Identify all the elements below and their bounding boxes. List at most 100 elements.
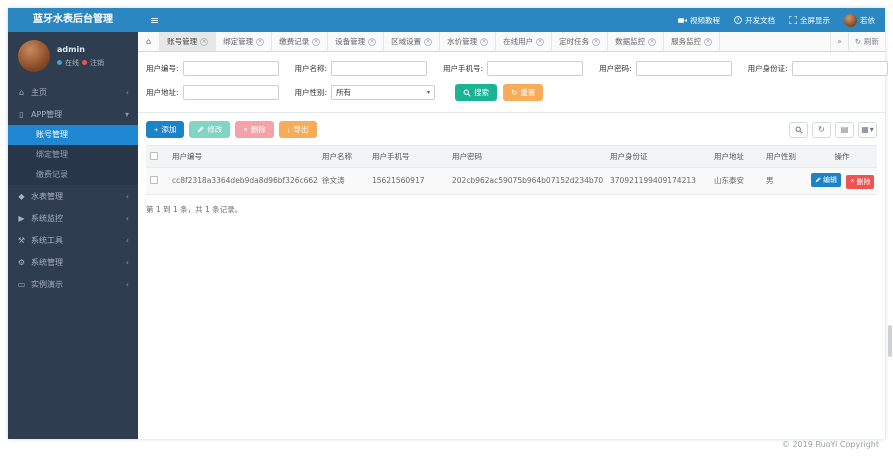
tab-device[interactable]: 设备管理 ×	[328, 32, 385, 51]
sidebar-item-sys-mgmt-label: 系统管理	[31, 257, 63, 267]
tab-home[interactable]: ⌂	[138, 32, 161, 51]
tab-service-monitor[interactable]: 服务监控 ×	[664, 32, 721, 51]
col-user-phone: 用户手机号	[368, 145, 448, 168]
gear-icon: ⚙	[17, 257, 26, 267]
close-icon: ×	[850, 178, 855, 185]
table-refresh-button[interactable]: ↻	[812, 121, 831, 138]
fullscreen-label: 全屏显示	[800, 15, 830, 25]
content-area: 用户编号: 用户名称: 用户手机号: 用户密码: 用户身份证: 用户地址: 用户…	[138, 52, 888, 439]
user-no-input[interactable]	[182, 61, 279, 76]
tab-label: 在线用户	[503, 37, 534, 46]
home-icon: ⌂	[146, 37, 152, 46]
user-name: admin	[57, 44, 85, 54]
logout-link[interactable]: 注销	[90, 58, 104, 68]
tab-refresh-button[interactable]: ↻ 刷新	[847, 32, 885, 51]
table-toolbar: + 添加 修改 × 删除 ↓ 导出 ↻ ▤ ▦ ▾	[138, 113, 885, 145]
chevron-left-icon: ‹	[125, 191, 129, 201]
fullscreen-link[interactable]: 全屏显示	[789, 15, 830, 26]
tab-label: 数据监控	[615, 37, 646, 46]
close-icon[interactable]: ×	[256, 37, 265, 46]
table-view-dropdown-button[interactable]: ▦ ▾	[858, 121, 877, 138]
brand-title: 蓝牙水表后台管理	[8, 8, 138, 32]
user-password-input[interactable]	[635, 61, 732, 76]
close-icon[interactable]: ×	[592, 37, 601, 46]
sidebar-item-sys-monitor[interactable]: ▶ 系统监控 ‹	[8, 207, 138, 229]
tabs-scroll-right-button[interactable]: »	[830, 32, 848, 51]
user-password-label: 用户密码:	[599, 64, 632, 73]
tab-binding[interactable]: 绑定管理 ×	[216, 32, 273, 51]
user-address-input[interactable]	[182, 85, 279, 100]
add-button[interactable]: + 添加	[146, 121, 185, 138]
close-icon[interactable]: ×	[200, 37, 209, 46]
search-button[interactable]: 搜索	[455, 84, 498, 101]
close-icon[interactable]: ×	[368, 37, 377, 46]
select-all-checkbox[interactable]	[150, 151, 158, 160]
close-icon[interactable]: ×	[648, 37, 657, 46]
user-gender-select[interactable]: 所有 ▾	[331, 85, 436, 100]
close-icon[interactable]: ×	[536, 37, 545, 46]
grid-icon: ▦	[861, 125, 869, 134]
expand-icon	[789, 16, 797, 24]
sidebar-subitem-binding[interactable]: 绑定管理	[8, 145, 138, 165]
delete-button[interactable]: × 删除	[235, 121, 274, 138]
tab-payment-records[interactable]: 缴费记录 ×	[272, 32, 329, 51]
tab-water-price[interactable]: 水价管理 ×	[440, 32, 497, 51]
chevron-left-icon: ‹	[125, 87, 129, 97]
col-actions: 操作	[807, 145, 877, 168]
caret-down-icon: ▾	[869, 125, 874, 134]
copyright-text: © 2019 RuoYi Copyright	[781, 440, 879, 449]
tab-label: 账号管理	[167, 37, 198, 46]
tab-data-monitor[interactable]: 数据监控 ×	[608, 32, 665, 51]
sidebar-item-sys-monitor-label: 系统监控	[31, 213, 63, 223]
row-checkbox[interactable]	[150, 175, 158, 184]
close-icon[interactable]: ×	[312, 37, 321, 46]
sidebar-item-demo[interactable]: ▭ 实例演示 ‹	[8, 273, 138, 295]
tab-scheduled-tasks[interactable]: 定时任务 ×	[552, 32, 609, 51]
table-search-toggle-button[interactable]	[789, 121, 808, 138]
main-area: ≡ 视频教程 ? 开发文档 全屏显示 若依 ⌂ 账号管理 × 绑定管理 × 缴费…	[138, 8, 888, 439]
close-icon[interactable]: ×	[480, 37, 489, 46]
reset-button[interactable]: ↻ 重置	[503, 84, 544, 101]
sidebar-subitem-payment-records[interactable]: 缴费记录	[8, 165, 138, 185]
sidebar-subitem-account[interactable]: 账号管理	[8, 125, 138, 145]
user-address-label: 用户地址:	[146, 88, 179, 97]
angle-double-right-icon: »	[837, 37, 842, 46]
row-edit-label: 编辑	[823, 177, 837, 184]
search-icon	[795, 126, 803, 134]
user-idcard-input[interactable]	[791, 61, 888, 76]
scrollbar-thumb[interactable]	[888, 325, 892, 357]
close-icon[interactable]: ×	[424, 37, 433, 46]
user-phone-input[interactable]	[487, 61, 584, 76]
sidebar-item-sys-mgmt[interactable]: ⚙ 系统管理 ‹	[8, 251, 138, 273]
header-username: 若依	[860, 15, 875, 25]
sidebar-item-sys-tools[interactable]: ⚒ 系统工具 ‹	[8, 229, 138, 251]
chevron-left-icon: ‹	[125, 235, 129, 245]
sidebar-item-home-label: 主页	[31, 87, 47, 97]
search-button-label: 搜索	[474, 88, 490, 97]
dev-docs-link[interactable]: ? 开发文档	[734, 15, 775, 26]
tab-label: 水价管理	[447, 37, 478, 46]
sidebar-item-home[interactable]: ⌂ 主页 ‹	[8, 81, 138, 103]
row-edit-button[interactable]: 编辑	[811, 173, 841, 187]
sidebar-item-water-meter[interactable]: ◆ 水表管理 ‹	[8, 185, 138, 207]
row-delete-button[interactable]: × 删除	[846, 174, 875, 189]
profile-menu[interactable]: 若依	[844, 13, 875, 27]
video-tutorial-link[interactable]: 视频教程	[678, 15, 720, 26]
close-icon[interactable]: ×	[704, 37, 713, 46]
pencil-icon	[815, 177, 821, 183]
table-columns-button[interactable]: ▤	[835, 121, 854, 138]
users-table: 用户编号 用户名称 用户手机号 用户密码 用户身份证 用户地址 用户性别 操作 …	[146, 145, 877, 195]
pagination-summary: 第 1 到 1 条，共 1 条记录。	[146, 204, 243, 214]
table-row[interactable]: cc8f2318a3364deb9da8d96bf326c662 徐文涛 156…	[146, 167, 877, 195]
edit-button[interactable]: 修改	[189, 121, 231, 138]
user-name-input[interactable]	[331, 61, 428, 76]
tab-region[interactable]: 区域设置 ×	[384, 32, 441, 51]
user-avatar[interactable]	[18, 40, 50, 72]
hamburger-icon[interactable]: ≡	[138, 14, 171, 27]
export-button[interactable]: ↓ 导出	[278, 121, 317, 138]
tab-account[interactable]: 账号管理 ×	[160, 32, 217, 51]
tab-label: 缴费记录	[279, 37, 310, 46]
sidebar-item-app-mgmt[interactable]: ▯ APP管理 ▾	[8, 103, 138, 125]
app-submenu: 账号管理 绑定管理 缴费记录	[8, 125, 138, 185]
tab-online-users[interactable]: 在线用户 ×	[496, 32, 553, 51]
